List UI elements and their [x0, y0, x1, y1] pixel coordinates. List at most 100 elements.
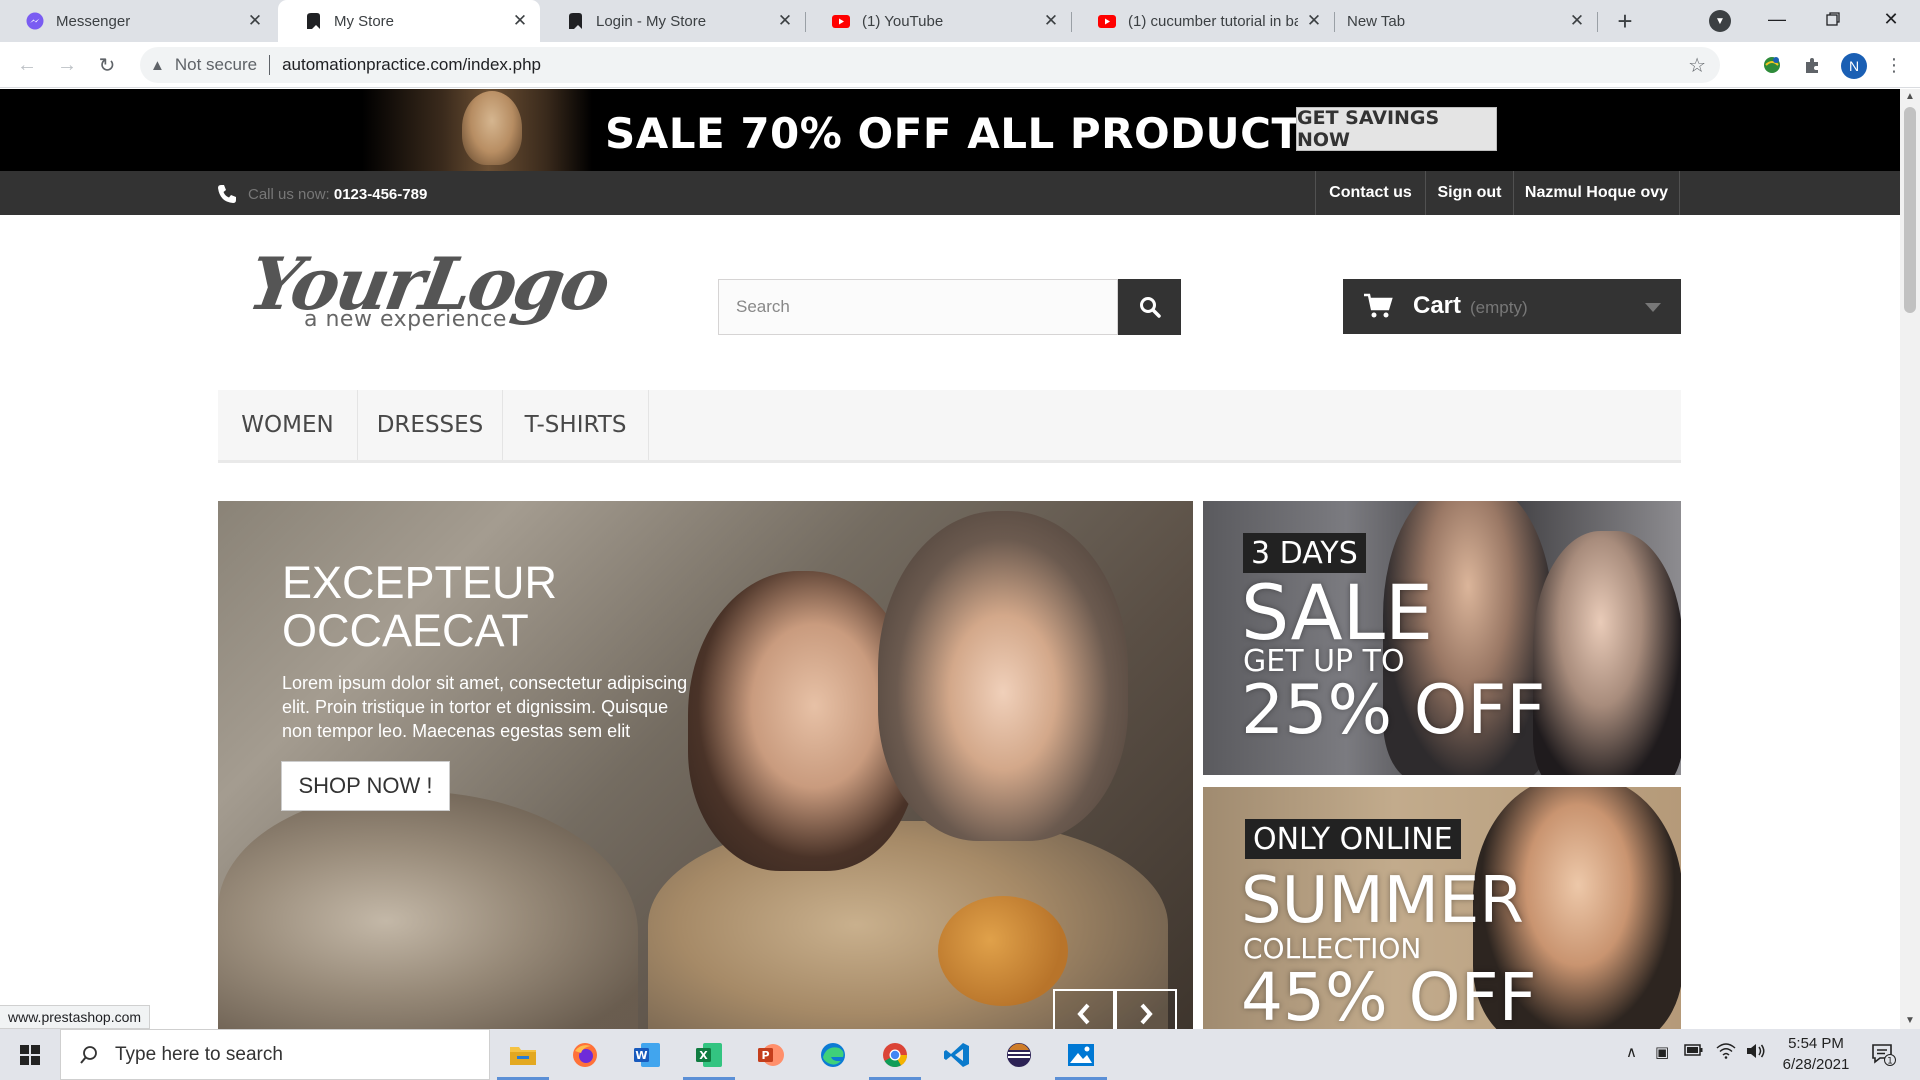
- tab-my-store[interactable]: My Store ✕: [278, 0, 540, 42]
- taskbar-clock[interactable]: 5:54 PM 6/28/2021: [1766, 1033, 1866, 1075]
- page-scrollbar[interactable]: ▲ ▼: [1900, 89, 1920, 1029]
- call-us-text: Call us now: 0123-456-789: [248, 186, 427, 203]
- close-icon[interactable]: ✕: [1306, 11, 1322, 30]
- shop-now-button[interactable]: SHOP NOW !: [281, 761, 450, 811]
- address-bar[interactable]: ▲ Not secure automationpractice.com/inde…: [140, 47, 1720, 83]
- menu-kebab-icon[interactable]: ⋮: [1882, 53, 1906, 77]
- edge-icon[interactable]: [803, 1029, 863, 1080]
- taskbar-search-placeholder: Type here to search: [115, 1043, 283, 1065]
- notification-center-icon[interactable]: 1: [1870, 1041, 1896, 1067]
- svg-text:P: P: [761, 1049, 769, 1062]
- excel-icon[interactable]: X: [679, 1029, 739, 1080]
- menu-item-dresses[interactable]: DRESSES: [358, 390, 503, 460]
- back-icon[interactable]: ←: [12, 50, 42, 80]
- close-icon[interactable]: ✕: [1569, 11, 1585, 30]
- promo-tag: ONLY ONLINE: [1245, 819, 1461, 859]
- extensions-puzzle-icon[interactable]: [1800, 53, 1824, 77]
- search-icon: [80, 1045, 97, 1064]
- photos-icon[interactable]: [1051, 1029, 1111, 1080]
- chevron-up-icon[interactable]: ∧: [1626, 1043, 1637, 1061]
- cart-button[interactable]: Cart (empty): [1343, 279, 1681, 334]
- extension-globe-icon[interactable]: [1760, 53, 1784, 77]
- clock-time: 5:54 PM: [1788, 1035, 1844, 1052]
- reload-icon[interactable]: ↻: [92, 50, 122, 80]
- status-bar-url: www.prestashop.com: [0, 1005, 151, 1029]
- battery-icon[interactable]: [1684, 1043, 1704, 1061]
- tab-title: New Tab: [1347, 12, 1406, 30]
- new-tab-button[interactable]: +: [1610, 6, 1640, 36]
- phone-icon: [216, 183, 238, 211]
- chrome-icon[interactable]: [865, 1029, 925, 1080]
- close-icon[interactable]: ✕: [777, 11, 793, 30]
- cart-label: Cart: [1413, 292, 1462, 319]
- search-input[interactable]: [719, 280, 1119, 334]
- sale-banner[interactable]: SALE 70% OFF ALL PRODUCTS GET SAVINGS NO…: [0, 89, 1900, 171]
- file-explorer-icon[interactable]: [493, 1029, 553, 1080]
- windows-start-button[interactable]: [0, 1029, 60, 1080]
- taskbar-search-box[interactable]: Type here to search: [60, 1029, 490, 1080]
- cart-status: (empty): [1470, 298, 1528, 317]
- chevron-right-icon: [1140, 1003, 1153, 1025]
- word-icon[interactable]: W: [617, 1029, 677, 1080]
- tab-messenger[interactable]: Messenger ✕: [0, 0, 275, 42]
- store-logo[interactable]: YourLogo a new experience: [243, 241, 614, 351]
- bookmark-star-icon[interactable]: ☆: [1688, 53, 1706, 78]
- search-button[interactable]: [1118, 279, 1181, 335]
- tab-title: Messenger: [56, 12, 131, 30]
- meet-now-icon[interactable]: ▣: [1655, 1043, 1669, 1061]
- youtube-icon: [832, 12, 850, 30]
- windows-taskbar: Type here to search W X P ∧ ▣ 5:54 PM 6/: [0, 1029, 1920, 1080]
- chevron-down-icon: [1645, 303, 1661, 312]
- tab-new-tab[interactable]: New Tab ✕: [1335, 0, 1597, 42]
- powerpoint-icon[interactable]: P: [741, 1029, 801, 1080]
- tab-login[interactable]: Login - My Store ✕: [540, 0, 805, 42]
- minimize-icon[interactable]: —: [1752, 0, 1802, 38]
- tab-cucumber-tutorial[interactable]: (1) cucumber tutorial in ban ✕: [1072, 0, 1334, 42]
- warning-icon[interactable]: ▲: [150, 57, 165, 74]
- promo-banner-sale[interactable]: 3 DAYS SALE GET UP TO 25% OFF: [1203, 501, 1681, 775]
- scroll-up-icon[interactable]: ▲: [1905, 91, 1915, 102]
- close-icon[interactable]: ✕: [512, 11, 528, 30]
- vscode-icon[interactable]: [927, 1029, 987, 1080]
- chevron-left-icon: [1077, 1003, 1090, 1025]
- close-icon[interactable]: ✕: [1043, 11, 1059, 30]
- tab-youtube[interactable]: (1) YouTube ✕: [806, 0, 1071, 42]
- scrollbar-thumb[interactable]: [1904, 107, 1916, 313]
- restore-icon[interactable]: [1808, 0, 1858, 38]
- phone-number: 0123-456-789: [333, 186, 428, 203]
- notification-count: 1: [1887, 1057, 1893, 1067]
- wifi-icon[interactable]: [1716, 1043, 1736, 1063]
- profile-avatar[interactable]: N: [1841, 53, 1867, 79]
- get-savings-button[interactable]: GET SAVINGS NOW: [1296, 107, 1497, 151]
- close-window-icon[interactable]: ✕: [1866, 0, 1916, 38]
- cart-icon: [1363, 293, 1393, 324]
- eclipse-icon[interactable]: [989, 1029, 1049, 1080]
- promo-headline: SALE: [1241, 568, 1434, 657]
- promo-tag: 3 DAYS: [1243, 533, 1366, 573]
- menu-item-women[interactable]: WOMEN: [218, 390, 358, 460]
- slider-text: Lorem ipsum dolor sit amet, consectetur …: [282, 673, 688, 741]
- home-slider[interactable]: EXCEPTEUR OCCAECAT Lorem ipsum dolor sit…: [218, 501, 1193, 1029]
- scroll-down-icon[interactable]: ▼: [1905, 1015, 1915, 1026]
- slider-next-button[interactable]: [1115, 989, 1177, 1029]
- tab-search-icon[interactable]: ▼: [1709, 10, 1731, 32]
- banner-text: SALE 70% OFF ALL PRODUCTS: [605, 109, 1332, 158]
- svg-text:W: W: [635, 1049, 647, 1062]
- prestashop-icon: [304, 12, 322, 30]
- slider-title: EXCEPTEUR OCCAECAT: [282, 557, 558, 656]
- close-icon[interactable]: ✕: [247, 11, 263, 30]
- account-name-link[interactable]: Nazmul Hoque ovy: [1513, 171, 1680, 215]
- firefox-icon[interactable]: [555, 1029, 615, 1080]
- promo-banner-summer[interactable]: ONLY ONLINE SUMMER COLLECTION 45% OFF: [1203, 787, 1681, 1029]
- sign-out-link[interactable]: Sign out: [1425, 171, 1513, 215]
- top-nav-bar: Call us now: 0123-456-789 Contact us Sig…: [0, 171, 1900, 215]
- menu-item-t-shirts[interactable]: T-SHIRTS: [503, 390, 649, 460]
- url-text[interactable]: automationpractice.com/index.php: [282, 55, 541, 75]
- security-label[interactable]: Not secure: [175, 55, 257, 75]
- slider-prev-button[interactable]: [1053, 989, 1115, 1029]
- windows-logo-icon: [20, 1044, 40, 1065]
- messenger-icon: [26, 12, 44, 30]
- volume-icon[interactable]: [1746, 1043, 1766, 1063]
- contact-us-link[interactable]: Contact us: [1315, 171, 1425, 215]
- forward-icon[interactable]: →: [52, 50, 82, 80]
